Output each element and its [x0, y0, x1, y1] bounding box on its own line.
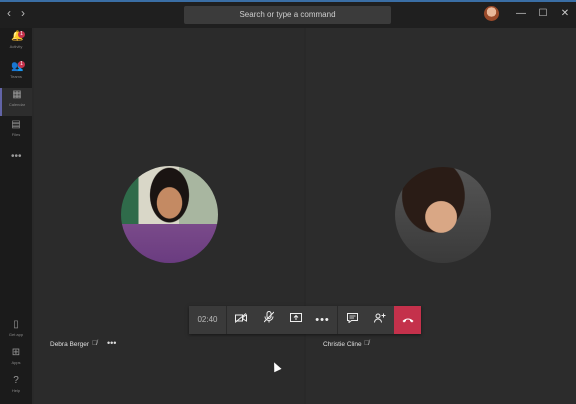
rail-item-label: Files: [11, 132, 21, 137]
participant-name-right: Christie Cline: [323, 341, 362, 348]
user-avatar[interactable]: [484, 6, 499, 21]
files-icon: ▤: [11, 119, 21, 130]
call-controls: 02:40 •••: [189, 306, 421, 334]
help-icon: ?: [13, 375, 19, 386]
app-rail: 🔔 1 Activity 👥 1 Teams ▦ Calendar ▤ File…: [0, 28, 32, 404]
rail-item-apps[interactable]: ⊞ Apps: [0, 346, 32, 374]
rail-item-calendar[interactable]: ▦ Calendar: [0, 88, 32, 116]
rail-item-label: Help: [11, 388, 21, 393]
hang-up-icon[interactable]: [394, 306, 421, 334]
rail-item-more[interactable]: •••: [0, 150, 32, 178]
phone-icon: ▯: [13, 319, 19, 330]
more-actions-icon[interactable]: •••: [309, 306, 336, 334]
apps-icon: ⊞: [11, 347, 21, 358]
rail-item-teams[interactable]: 👥 1 Teams: [0, 60, 32, 88]
add-participant-icon[interactable]: [366, 306, 393, 334]
rail-item-label: Get app: [8, 332, 24, 337]
minimize-icon[interactable]: —: [514, 8, 528, 20]
back-arrow-icon[interactable]: ‹: [2, 6, 16, 20]
rail-item-label: Apps: [11, 360, 21, 365]
mic-off-button-icon[interactable]: [255, 306, 282, 334]
maximize-icon[interactable]: ☐: [536, 8, 550, 20]
divider: [337, 306, 338, 334]
mic-off-icon: 🎙̸: [364, 340, 370, 347]
participant-avatar-debra: [121, 166, 218, 263]
participant-more-icon[interactable]: •••: [107, 338, 116, 348]
rail-item-label: Teams: [10, 74, 22, 79]
more-icon: •••: [11, 151, 22, 162]
share-screen-icon[interactable]: [282, 306, 309, 334]
rail-item-activity[interactable]: 🔔 1 Activity: [0, 30, 32, 58]
video-off-icon[interactable]: [227, 306, 254, 334]
participant-avatar-christie: [395, 167, 491, 263]
chat-icon[interactable]: [339, 306, 366, 334]
calendar-icon: ▦: [12, 89, 22, 100]
activity-badge: 1: [18, 31, 25, 38]
search-input[interactable]: Search or type a command: [184, 6, 391, 24]
title-bar: ‹ › Search or type a command — ☐ ✕: [0, 2, 576, 28]
mic-off-icon: 🎙̸: [92, 340, 98, 347]
rail-item-label: Activity: [9, 44, 23, 49]
close-icon[interactable]: ✕: [558, 8, 572, 20]
rail-item-files[interactable]: ▤ Files: [0, 118, 32, 146]
rail-item-label: Calendar: [8, 102, 26, 107]
forward-arrow-icon[interactable]: ›: [16, 6, 30, 20]
teams-badge: 1: [18, 61, 25, 68]
participant-name-left: Debra Berger: [50, 341, 90, 348]
rail-item-help[interactable]: ? Help: [0, 374, 32, 402]
call-timer: 02:40: [197, 315, 218, 324]
rail-item-get-app[interactable]: ▯ Get app: [0, 318, 32, 346]
